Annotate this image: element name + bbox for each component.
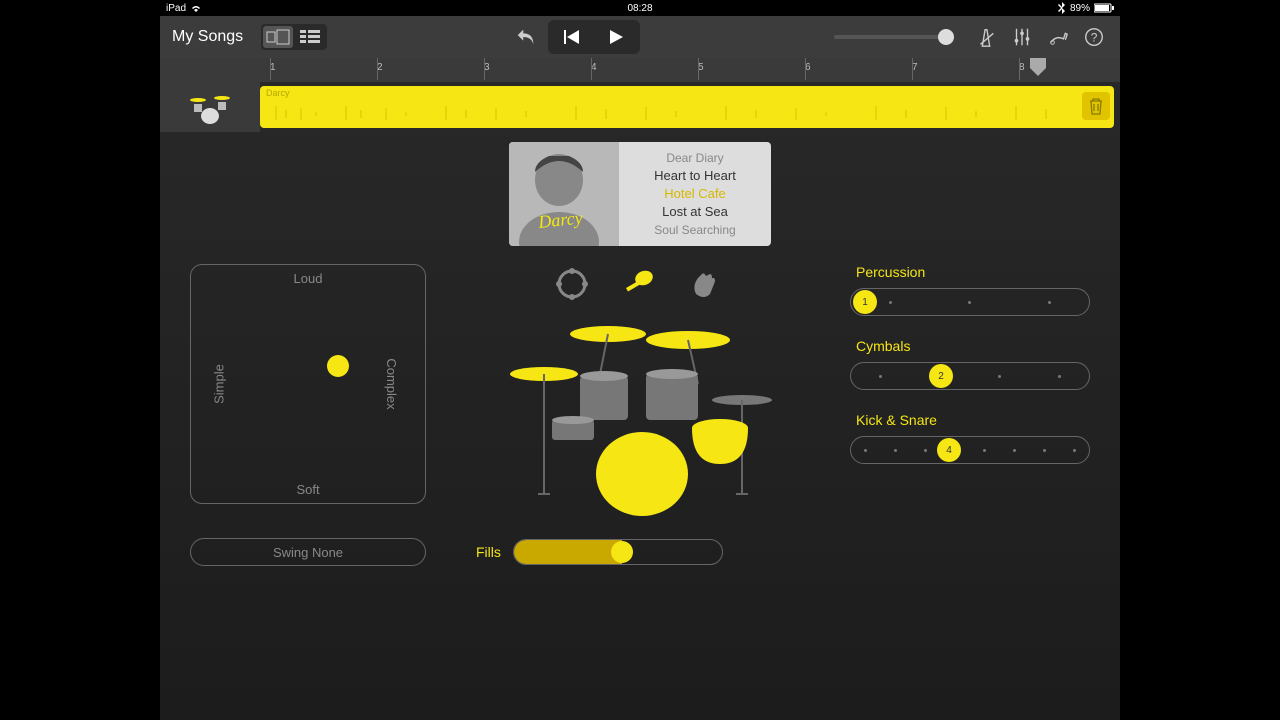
ruler-mark: 3 [484,62,490,73]
swing-button[interactable]: Swing None [190,538,426,566]
ruler-mark: 8 [1019,62,1025,73]
slider-knob[interactable]: 4 [937,438,961,462]
xy-label-simple: Simple [211,364,226,404]
fills-label: Fills [476,544,501,560]
preset-item-selected[interactable]: Hotel Cafe [664,185,725,203]
status-bar: iPad 08:28 89% [160,0,1120,16]
svg-text:?: ? [1091,31,1098,45]
drummer-preset-card[interactable]: Darcy Dear Diary Heart to Heart Hotel Ca… [509,142,771,246]
kicksnare-slider-group: Kick & Snare 4 [850,412,1090,464]
preset-item[interactable]: Heart to Heart [654,167,736,185]
device-label: iPad [166,3,186,14]
volume-slider[interactable] [834,35,954,39]
play-button[interactable] [594,22,638,52]
drummer-avatar: Darcy [509,142,619,246]
slider-label: Kick & Snare [850,412,1090,428]
track-header[interactable] [160,82,260,132]
ruler-mark: 5 [698,62,704,73]
settings-button[interactable] [1044,25,1072,49]
drum-region[interactable]: Darcy [260,86,1114,128]
fills-knob[interactable] [611,541,633,563]
bluetooth-icon [1058,2,1066,14]
region-waveform [266,106,1066,122]
transport-controls [548,20,640,54]
view-toggle[interactable] [261,24,327,50]
cymbals-slider-group: Cymbals 2 [850,338,1090,390]
xy-label-complex: Complex [384,358,399,409]
xy-puck[interactable] [327,355,349,377]
slider-label: Percussion [850,264,1090,280]
back-button[interactable]: My Songs [172,28,243,46]
trash-icon [1088,97,1104,115]
wifi-icon [190,3,202,13]
cymbals-slider[interactable]: 2 [850,362,1090,390]
drumkit-visual[interactable] [498,314,778,524]
instrument-view-icon[interactable] [263,26,293,48]
delete-region-button[interactable] [1082,92,1110,120]
battery-icon [1094,3,1114,13]
percussion-slider[interactable]: 1 [850,288,1090,316]
kicksnare-slider[interactable]: 4 [850,436,1090,464]
tracks-view-icon[interactable] [295,26,325,48]
toolbar: My Songs ? [160,16,1120,58]
tambourine-button[interactable] [552,264,592,304]
help-button[interactable]: ? [1080,25,1108,49]
region-label: Darcy [266,88,290,98]
preset-item[interactable]: Soul Searching [654,221,735,239]
ruler-mark: 2 [377,62,383,73]
mixer-button[interactable] [1008,25,1036,49]
slider-label: Cymbals [850,338,1090,354]
ruler-mark: 1 [270,62,276,73]
xy-label-soft: Soft [296,482,319,497]
ruler-mark: 7 [912,62,918,73]
ruler-mark: 6 [805,62,811,73]
preset-list[interactable]: Dear Diary Heart to Heart Hotel Cafe Los… [619,142,771,246]
undo-button[interactable] [512,25,540,49]
slider-knob[interactable]: 1 [853,290,877,314]
preset-item[interactable]: Dear Diary [666,149,723,167]
track-row: Darcy [160,82,1120,132]
preset-item[interactable]: Lost at Sea [662,203,728,221]
playhead[interactable] [1030,58,1046,81]
drumkit-icon [188,90,232,124]
rewind-button[interactable] [550,22,594,52]
xy-label-loud: Loud [294,271,323,286]
handclap-button[interactable] [684,264,724,304]
clock: 08:28 [627,3,652,14]
metronome-button[interactable] [972,25,1000,49]
percussion-slider-group: Percussion 1 [850,264,1090,316]
timeline-ruler[interactable]: 1 2 3 4 5 6 7 8 [160,58,1120,82]
ruler-mark: 4 [591,62,597,73]
battery-pct: 89% [1070,3,1090,14]
slider-knob[interactable]: 2 [929,364,953,388]
shaker-button[interactable] [618,264,658,304]
xy-pad[interactable]: Loud Soft Simple Complex [190,264,426,504]
fills-slider[interactable] [513,539,723,565]
